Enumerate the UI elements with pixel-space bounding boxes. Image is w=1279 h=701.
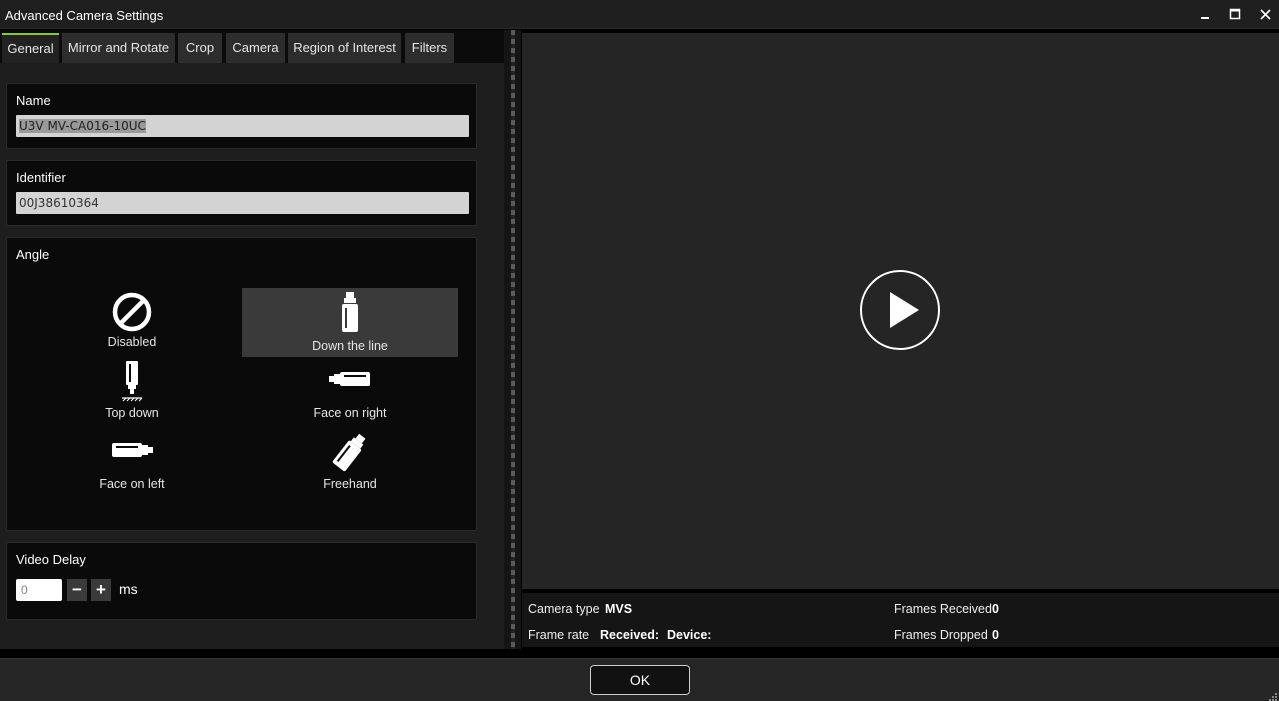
name-card: Name U3V MV-CA016-10UC (6, 83, 477, 149)
video-delay-card: Video Delay 0 − + ms (6, 542, 477, 620)
angle-option-label: Disabled (107, 335, 157, 349)
identifier-value: 00J38610364 (19, 196, 99, 210)
resize-grip-icon[interactable] (1267, 689, 1277, 701)
camera-type-value: MVS (605, 602, 633, 616)
play-button[interactable] (860, 270, 940, 350)
angle-option-label: Face on left (99, 477, 165, 491)
angle-option-label: Down the line (312, 339, 388, 353)
tab-bar: General Mirror and Rotate Crop Camera Re… (0, 30, 504, 63)
angle-option-label: Face on right (313, 406, 387, 420)
splitter-handle (511, 30, 515, 649)
camera-type-label: Camera type (528, 602, 600, 616)
angle-card: Angle Disabled Down the line Top down Fa… (6, 237, 477, 531)
increment-button[interactable]: + (91, 579, 111, 601)
settings-pane: General Mirror and Rotate Crop Camera Re… (0, 30, 504, 649)
frames-dropped-value: 0 (992, 628, 999, 642)
maximize-button[interactable] (1224, 5, 1246, 25)
angle-option-face-on-left[interactable]: Face on left (24, 430, 240, 499)
maximize-icon (1229, 7, 1241, 23)
angle-option-freehand[interactable]: Freehand (242, 430, 458, 499)
title-bar: Advanced Camera Settings (0, 0, 1279, 29)
tab-general[interactable]: General (2, 33, 59, 63)
minimize-icon (1200, 7, 1212, 23)
video-delay-input[interactable]: 0 (16, 579, 62, 601)
received-label: Received: (600, 628, 660, 642)
decrement-button[interactable]: − (67, 579, 87, 601)
dialog-footer: OK (0, 658, 1279, 701)
window-title: Advanced Camera Settings (5, 8, 164, 23)
device-label: Device: (667, 628, 712, 642)
angle-option-top-down[interactable]: Top down (24, 359, 240, 428)
angle-option-down-the-line[interactable]: Down the line (242, 288, 458, 357)
angle-label: Angle (16, 247, 50, 262)
angle-option-disabled[interactable]: Disabled (24, 288, 240, 357)
identifier-field[interactable]: 00J38610364 (16, 192, 469, 214)
angle-option-label: Freehand (323, 477, 377, 491)
frames-dropped-label: Frames Dropped (894, 628, 988, 642)
video-delay-unit: ms (119, 581, 138, 597)
tab-filters[interactable]: Filters (405, 33, 454, 63)
close-icon (1259, 7, 1271, 23)
tab-mirror-and-rotate[interactable]: Mirror and Rotate (62, 33, 175, 63)
frames-received-value: 0 (992, 602, 999, 616)
name-value: U3V MV-CA016-10UC (19, 119, 146, 133)
camera-info-panel: Camera type MVS Frame rate Received: Dev… (522, 593, 1279, 647)
tab-camera[interactable]: Camera (226, 33, 285, 63)
tab-region-of-interest[interactable]: Region of Interest (288, 33, 401, 63)
general-tab-content: Name U3V MV-CA016-10UC Identifier 00J386… (0, 63, 504, 649)
identifier-card: Identifier 00J38610364 (6, 160, 477, 226)
minimize-button[interactable] (1195, 5, 1217, 25)
frame-rate-label: Frame rate (528, 628, 590, 642)
angle-option-label: Top down (105, 406, 159, 420)
name-field[interactable]: U3V MV-CA016-10UC (16, 115, 469, 137)
identifier-label: Identifier (16, 170, 66, 185)
frames-received-label: Frames Received (894, 602, 992, 616)
pane-splitter[interactable] (504, 30, 521, 649)
tab-crop[interactable]: Crop (178, 33, 222, 63)
name-label: Name (16, 93, 51, 108)
close-button[interactable] (1254, 5, 1276, 25)
video-preview (522, 33, 1279, 589)
angle-option-face-on-right[interactable]: Face on right (242, 359, 458, 428)
ok-button[interactable]: OK (590, 665, 690, 695)
video-delay-label: Video Delay (16, 552, 86, 567)
